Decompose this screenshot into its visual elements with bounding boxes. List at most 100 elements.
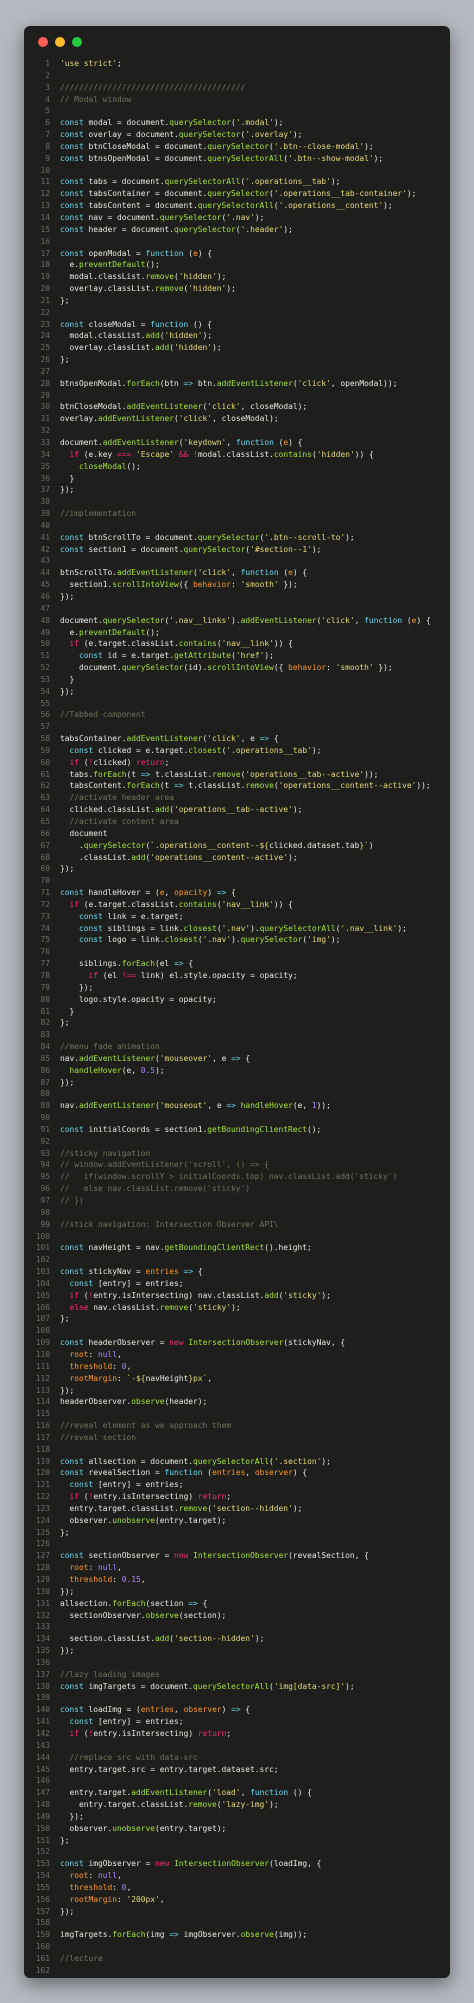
line-number: 43 bbox=[40, 556, 50, 566]
code-token: const bbox=[60, 1551, 89, 1561]
code-text: if (!entry.isIntersecting) return; bbox=[60, 1491, 232, 1503]
code-editor[interactable]: 1'use strict'; 2 3////////////////////////… bbox=[24, 58, 450, 1977]
code-token: }); bbox=[373, 663, 393, 673]
line-number: 59 bbox=[40, 745, 50, 755]
code-token: const bbox=[79, 923, 108, 933]
code-token: ( bbox=[273, 438, 284, 447]
line-number: 134 bbox=[35, 1634, 50, 1644]
line-number: 28 bbox=[40, 378, 50, 388]
code-token: ); bbox=[321, 1456, 331, 1466]
code-token: 'keydown' bbox=[183, 438, 227, 447]
code-token: if bbox=[69, 1728, 80, 1738]
code-text: document.querySelector(id).scrollIntoVie… bbox=[60, 662, 393, 674]
code-text: const imgObserver = new IntersectionObse… bbox=[60, 1858, 321, 1870]
code-text: }); bbox=[60, 484, 74, 496]
line-number: 18 bbox=[40, 260, 50, 270]
code-token: ; bbox=[117, 59, 122, 68]
code-line: 161 //lecture bbox=[24, 1953, 450, 1965]
line-number: 23 bbox=[40, 319, 50, 329]
code-line: 159 imgTargets.forEach(img => imgObserver… bbox=[24, 1929, 450, 1941]
code-token: `-${ bbox=[126, 1373, 146, 1383]
line-number: 129 bbox=[35, 1575, 50, 1584]
code-token: querySelector bbox=[121, 663, 184, 673]
code-line: 93 //sticky navigation bbox=[24, 1148, 450, 1160]
line-number: 6 bbox=[45, 118, 50, 128]
code-line: 62 tabsContent.forEach(t => t.classList.… bbox=[24, 780, 450, 792]
code-token: section1 = document. bbox=[88, 544, 184, 554]
maximize-window-icon[interactable] bbox=[72, 37, 82, 47]
code-token: ). bbox=[250, 923, 260, 933]
code-text: handleHover(e, 0.5); bbox=[60, 1065, 165, 1077]
minimize-window-icon[interactable] bbox=[55, 37, 65, 47]
code-token: (e.target.classList. bbox=[79, 639, 179, 649]
code-line: 133 bbox=[24, 1621, 450, 1633]
code-line: 5 bbox=[24, 105, 450, 117]
code-token: '.nav__links' bbox=[169, 615, 232, 625]
code-token: addEventListener bbox=[216, 378, 293, 388]
code-token: handleHover bbox=[240, 1101, 293, 1111]
line-number: 89 bbox=[40, 1101, 50, 1111]
code-token: ); bbox=[231, 1302, 241, 1312]
line-number: 114 bbox=[35, 1397, 50, 1407]
code-token: threshold bbox=[69, 1882, 113, 1892]
line-number: 53 bbox=[40, 674, 50, 684]
code-token: link = e.target; bbox=[107, 911, 184, 921]
code-line: 96 // else nav.classList.remove('sticky') bbox=[24, 1183, 450, 1195]
line-number: 10 bbox=[40, 165, 50, 175]
code-token: '.overlay' bbox=[245, 130, 293, 140]
code-token: id = e.target. bbox=[107, 651, 175, 661]
code-line: 106 else nav.classList.remove('sticky'); bbox=[24, 1302, 450, 1314]
code-line: 73 const link = e.target; bbox=[24, 911, 450, 923]
code-line: 137 //lazy loading images bbox=[24, 1669, 450, 1681]
code-line: 19 modal.classList.remove('hidden'); bbox=[24, 271, 450, 283]
code-token: => bbox=[259, 734, 270, 744]
line-number: 20 bbox=[40, 284, 50, 294]
code-token: , bbox=[174, 1705, 184, 1715]
code-token: , bbox=[207, 1373, 213, 1383]
code-line: 149 }); bbox=[24, 1811, 450, 1823]
code-token: e. bbox=[60, 260, 80, 270]
line-number: 74 bbox=[40, 923, 50, 933]
code-text: }); bbox=[60, 863, 74, 875]
code-token: { bbox=[269, 734, 279, 744]
code-token: overlay.classList. bbox=[60, 343, 156, 353]
line-number: 159 bbox=[35, 1930, 50, 1940]
code-text: btnScrollTo.addEventListener ('click', fu… bbox=[60, 567, 307, 579]
code-text: //activate header area bbox=[60, 792, 175, 804]
line-number: 158 bbox=[35, 1918, 50, 1928]
code-line: 41 const btnScrollTo = document.querySele… bbox=[24, 532, 450, 544]
code-token: , bbox=[117, 1871, 122, 1881]
line-number: 145 bbox=[35, 1764, 50, 1774]
code-token: '#section--1' bbox=[250, 544, 312, 554]
code-text: const allsection = document.querySelecto… bbox=[60, 1456, 331, 1468]
close-window-icon[interactable] bbox=[38, 37, 48, 47]
line-number: 79 bbox=[40, 982, 50, 992]
code-token: return bbox=[136, 757, 165, 767]
code-token: entry.target.classList. bbox=[60, 1800, 189, 1810]
code-token: nav. bbox=[60, 1053, 80, 1063]
line-number: 117 bbox=[35, 1432, 50, 1442]
code-token: , bbox=[140, 1575, 146, 1584]
code-text: e.preventDefault(); bbox=[60, 627, 160, 639]
code-token: '.nav' bbox=[226, 212, 255, 222]
code-token: const bbox=[60, 224, 89, 234]
code-token: t.classList. bbox=[150, 769, 213, 779]
code-token: (e, bbox=[121, 1065, 141, 1075]
code-token: (stickyNav, { bbox=[283, 1338, 346, 1348]
code-line: 130}); bbox=[24, 1586, 450, 1598]
code-token: }); bbox=[60, 686, 75, 696]
line-number: 65 bbox=[40, 817, 50, 826]
line-number: 37 bbox=[40, 485, 50, 495]
code-token: ( bbox=[79, 1492, 89, 1502]
code-token: //lazy loading images bbox=[60, 1669, 160, 1679]
code-line: 57 bbox=[24, 721, 450, 733]
code-token: '.operations__content' bbox=[278, 201, 384, 211]
code-text: modal.classList.add('hidden'); bbox=[60, 330, 213, 342]
line-number: 62 bbox=[40, 781, 50, 791]
code-line: 108 bbox=[24, 1325, 450, 1337]
code-line: 131 allsection.forEach(section => { bbox=[24, 1598, 450, 1610]
code-token: '.modal' bbox=[235, 118, 274, 128]
line-number: 25 bbox=[40, 343, 50, 353]
